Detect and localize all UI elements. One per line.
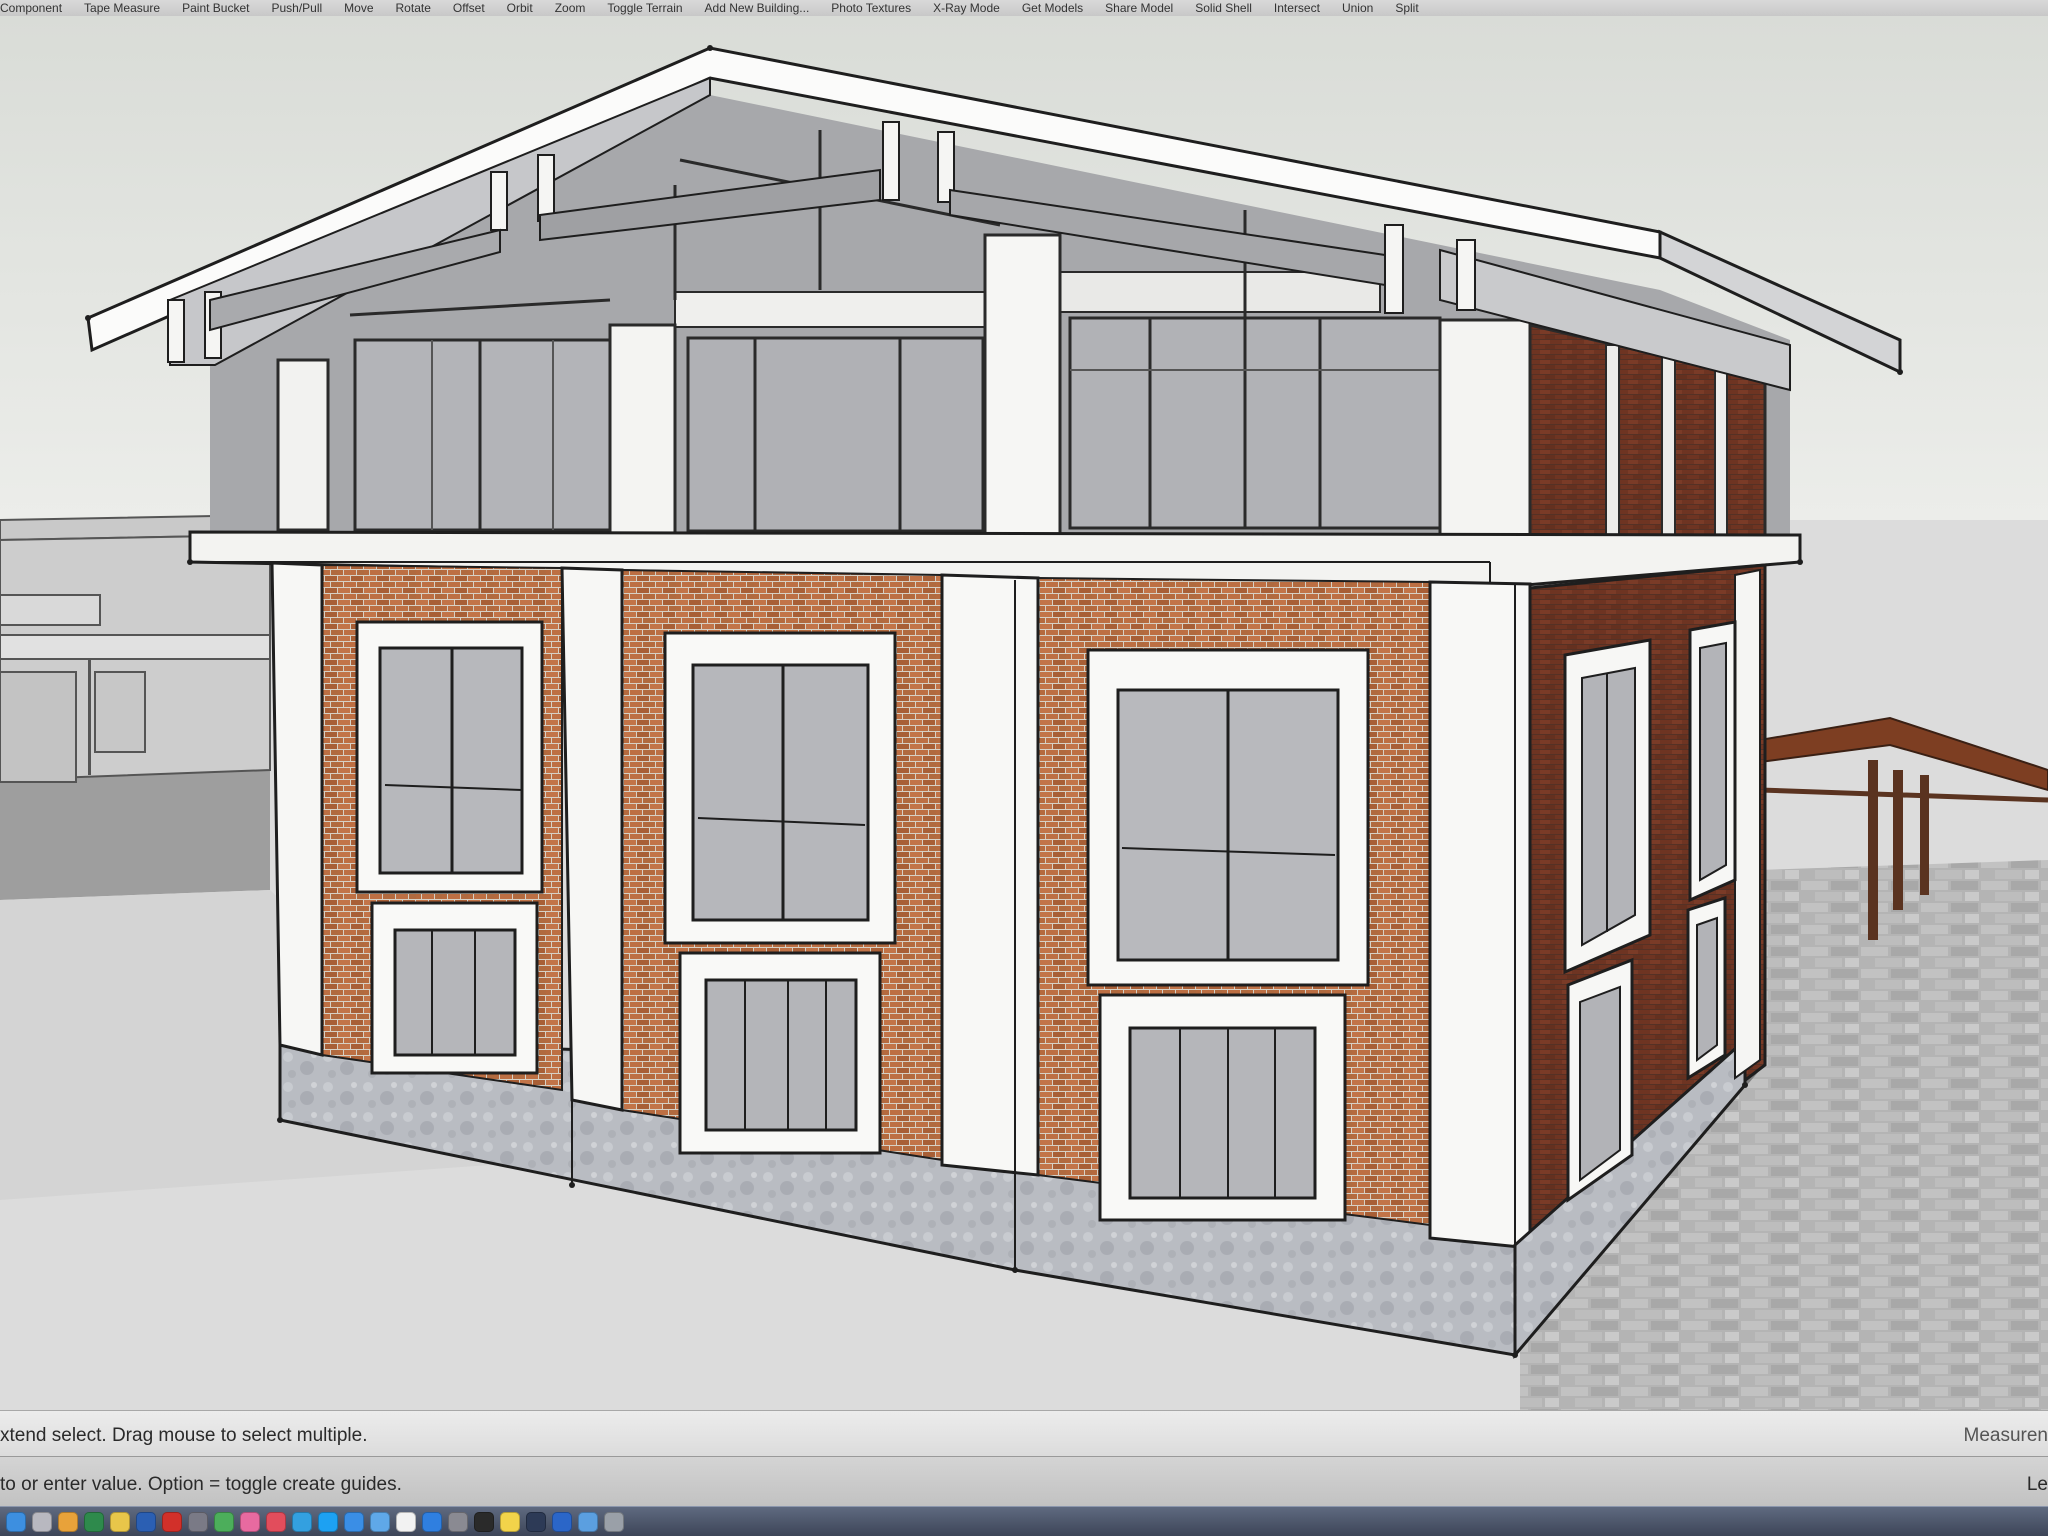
status-hint: xtend select. Drag mouse to select multi… [0, 1425, 368, 1446]
toolbar-item-toggle-terrain[interactable]: Toggle Terrain [607, 1, 682, 15]
measurements-label[interactable]: Measuren [1964, 1425, 2048, 1447]
twitter-icon[interactable] [318, 1511, 338, 1532]
toolbar-item-get-models[interactable]: Get Models [1022, 1, 1083, 15]
window-small-1 [370, 901, 539, 1075]
window-small-2 [678, 951, 882, 1155]
lightroom-icon[interactable] [526, 1511, 546, 1532]
skype-icon[interactable] [292, 1511, 312, 1532]
launchpad-icon[interactable] [32, 1511, 52, 1532]
toolbar-item-share-model[interactable]: Share Model [1105, 1, 1173, 15]
toolbar-item-rotate[interactable]: Rotate [396, 1, 431, 15]
tool-instruction: to or enter value. Option = toggle creat… [0, 1474, 402, 1495]
toolbar-item-move[interactable]: Move [344, 1, 373, 15]
toolbar-item-component[interactable]: Component [0, 1, 62, 15]
toolbar-item-x-ray-mode[interactable]: X-Ray Mode [933, 1, 1000, 15]
music-icon[interactable] [266, 1511, 286, 1532]
window-large-1 [355, 620, 544, 894]
toolbar-item-paint-bucket[interactable]: Paint Bucket [182, 1, 249, 15]
toolbar-item-intersect[interactable]: Intersect [1274, 1, 1320, 15]
window-large-3 [1086, 648, 1370, 987]
toolbar-item-tape-measure[interactable]: Tape Measure [84, 1, 160, 15]
toolbar-item-push-pull[interactable]: Push/Pull [271, 1, 322, 15]
help-icon[interactable] [188, 1511, 208, 1532]
photoshop-icon[interactable] [552, 1511, 572, 1532]
model-viewport[interactable] [0, 16, 2048, 1410]
toolbar-item-union[interactable]: Union [1342, 1, 1373, 15]
window-large-2 [663, 631, 897, 945]
status-bar-secondary: to or enter value. Option = toggle creat… [0, 1456, 2048, 1506]
toolbar-item-zoom[interactable]: Zoom [555, 1, 586, 15]
toolbar-item-offset[interactable]: Offset [453, 1, 485, 15]
safari-icon[interactable] [344, 1511, 364, 1532]
chrome-icon[interactable] [110, 1511, 130, 1532]
sketch-icon[interactable] [58, 1511, 78, 1532]
length-label[interactable]: Le [2027, 1474, 2048, 1496]
ground-shadow [0, 770, 270, 900]
acrobat-icon[interactable] [162, 1511, 182, 1532]
toolbar-item-split[interactable]: Split [1395, 1, 1418, 15]
preferences-icon[interactable] [448, 1511, 468, 1532]
dock [0, 1506, 2048, 1536]
terminal-icon[interactable] [474, 1511, 494, 1532]
excel-icon[interactable] [84, 1511, 104, 1532]
maps-icon[interactable] [214, 1511, 234, 1532]
toolbar-item-add-new-building[interactable]: Add New Building... [705, 1, 810, 15]
finder-icon[interactable] [6, 1511, 26, 1532]
app-store-icon[interactable] [422, 1511, 442, 1532]
trash-icon[interactable] [604, 1511, 624, 1532]
notes-icon[interactable] [500, 1511, 520, 1532]
toolbar-item-orbit[interactable]: Orbit [507, 1, 533, 15]
toolbar-strip: Component Tape Measure Paint Bucket Push/Pu… [0, 0, 2048, 17]
photos-icon[interactable] [240, 1511, 260, 1532]
toolbar-item-solid-shell[interactable]: Solid Shell [1195, 1, 1252, 15]
status-bar-primary: xtend select. Drag mouse to select multi… [0, 1410, 2048, 1456]
mail-icon[interactable] [370, 1511, 390, 1532]
toolbar-item-photo-textures[interactable]: Photo Textures [831, 1, 911, 15]
calendar-icon[interactable] [396, 1511, 416, 1532]
word-icon[interactable] [136, 1511, 156, 1532]
window-small-3 [1098, 993, 1347, 1222]
folder-icon[interactable] [578, 1511, 598, 1532]
